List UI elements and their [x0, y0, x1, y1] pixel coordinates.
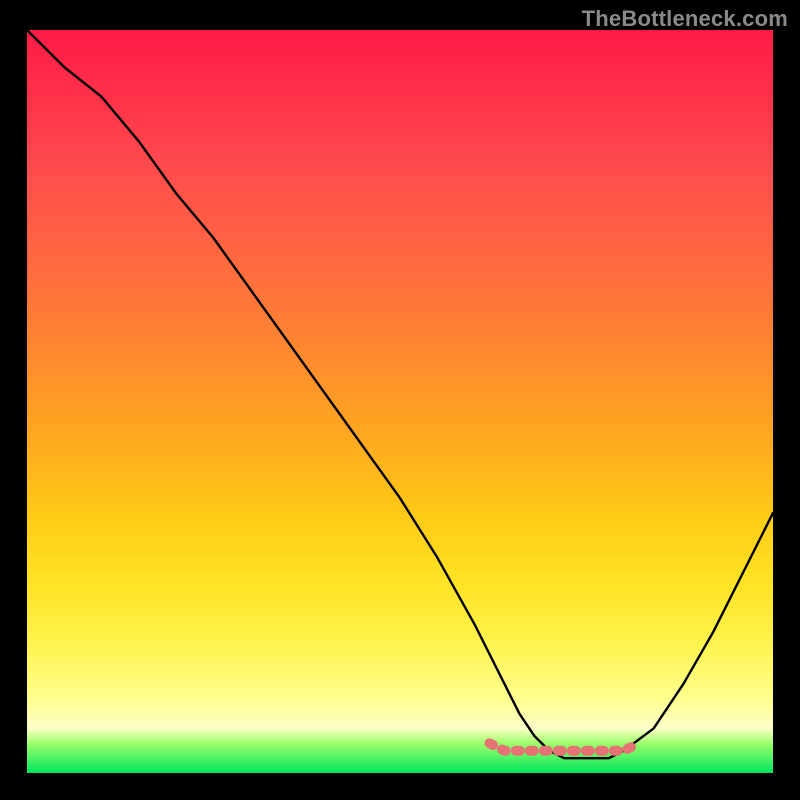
chart-container: TheBottleneck.com	[0, 0, 800, 800]
watermark-text: TheBottleneck.com	[582, 6, 788, 32]
plot-area	[27, 30, 773, 773]
